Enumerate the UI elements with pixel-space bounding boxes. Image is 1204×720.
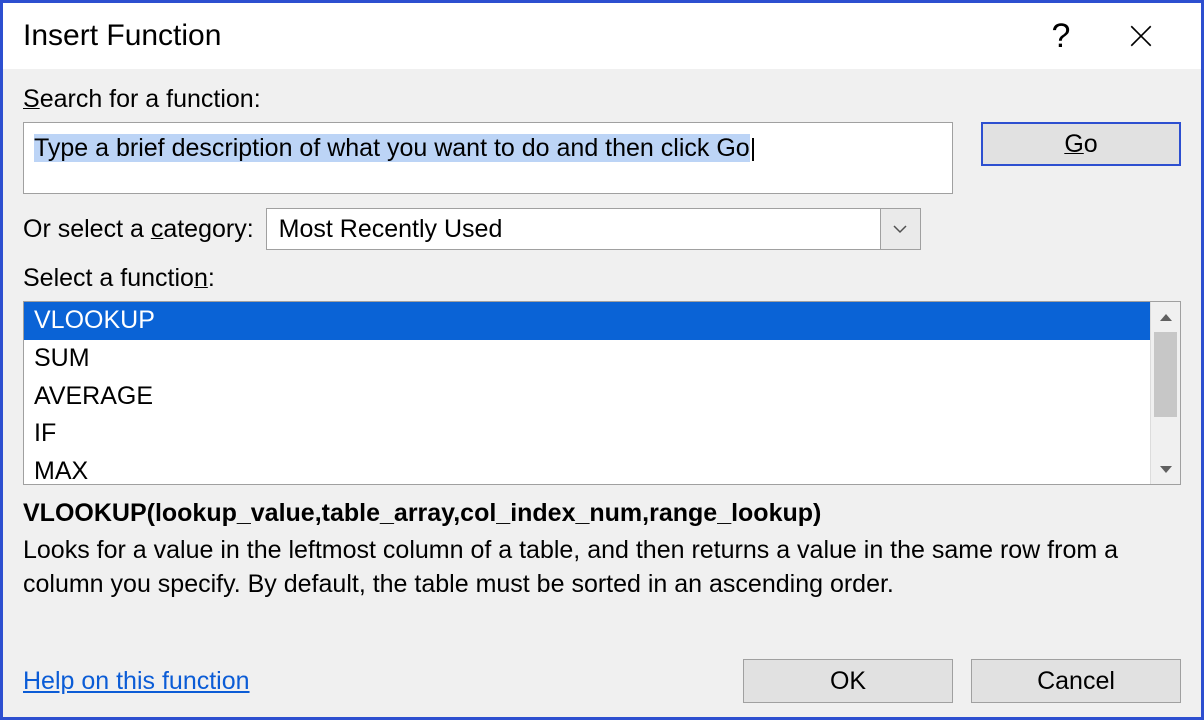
scrollbar[interactable]: [1150, 302, 1180, 484]
chevron-down-icon: [1159, 465, 1173, 474]
dialog-title: Insert Function: [23, 19, 1021, 53]
scroll-up-button[interactable]: [1151, 302, 1180, 332]
search-input[interactable]: Type a brief description of what you wan…: [23, 122, 953, 194]
function-item[interactable]: SUM: [24, 340, 1150, 378]
function-signature: VLOOKUP(lookup_value,table_array,col_ind…: [23, 499, 1181, 528]
scroll-track[interactable]: [1151, 332, 1180, 454]
titlebar: Insert Function ?: [3, 3, 1201, 69]
scroll-down-button[interactable]: [1151, 454, 1180, 484]
dialog-footer: Help on this function OK Cancel: [23, 659, 1181, 703]
close-button[interactable]: [1101, 6, 1181, 66]
help-link[interactable]: Help on this function: [23, 667, 250, 696]
cancel-button[interactable]: Cancel: [971, 659, 1181, 703]
help-button[interactable]: ?: [1021, 6, 1101, 66]
function-description: Looks for a value in the leftmost column…: [23, 534, 1181, 602]
dialog-body: Search for a function: Type a brief desc…: [3, 69, 1201, 717]
chevron-up-icon: [1159, 313, 1173, 322]
function-list: VLOOKUPSUMAVERAGEIFMAX: [23, 301, 1181, 485]
insert-function-dialog: Insert Function ? Search for a function:…: [0, 0, 1204, 720]
category-row: Or select a category: Most Recently Used: [23, 208, 1181, 250]
function-list-label: Select a function:: [23, 264, 1181, 293]
category-label: Or select a category:: [23, 215, 254, 244]
function-item[interactable]: MAX: [24, 453, 1150, 484]
category-select[interactable]: Most Recently Used: [266, 208, 921, 250]
dropdown-arrow[interactable]: [880, 209, 920, 249]
chevron-down-icon: [892, 224, 908, 234]
go-button[interactable]: Go: [981, 122, 1181, 166]
search-row: Type a brief description of what you wan…: [23, 122, 1181, 194]
function-item[interactable]: AVERAGE: [24, 378, 1150, 416]
close-icon: [1128, 23, 1154, 49]
ok-button[interactable]: OK: [743, 659, 953, 703]
function-item[interactable]: VLOOKUP: [24, 302, 1150, 340]
function-list-items[interactable]: VLOOKUPSUMAVERAGEIFMAX: [24, 302, 1150, 484]
scroll-thumb[interactable]: [1154, 332, 1177, 417]
category-selected: Most Recently Used: [267, 215, 880, 244]
function-item[interactable]: IF: [24, 415, 1150, 453]
search-label: Search for a function:: [23, 85, 1181, 114]
